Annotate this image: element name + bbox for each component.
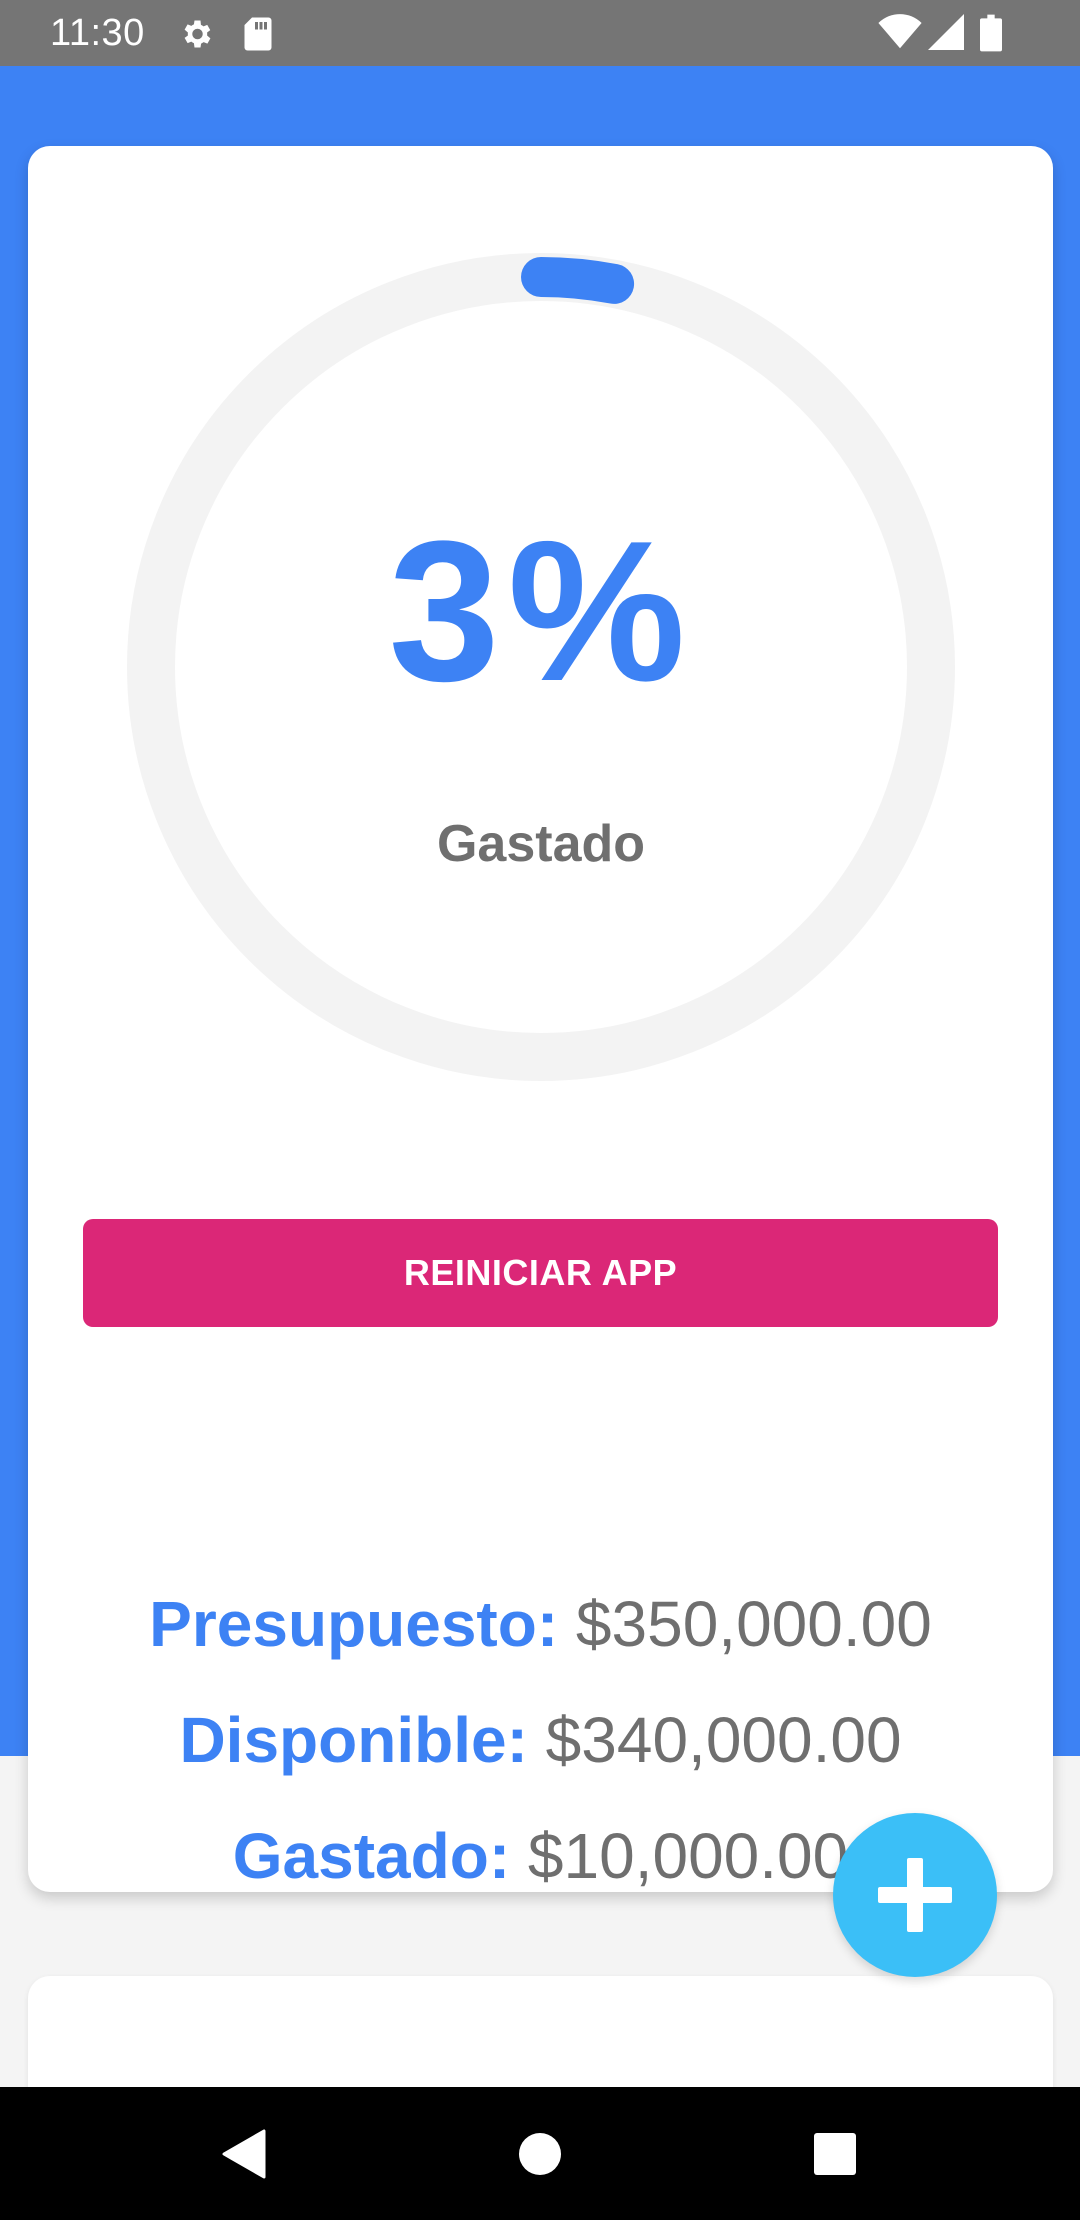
- add-expense-button[interactable]: [833, 1813, 997, 1977]
- summary-row-available: Disponible: $340,000.00: [28, 1702, 1053, 1778]
- wifi-icon: [878, 14, 922, 50]
- spent-value: $10,000.00: [527, 1820, 849, 1892]
- status-bar: 11:30: [0, 0, 1080, 66]
- progress-arc: [521, 257, 635, 304]
- budget-label: Presupuesto:: [149, 1588, 559, 1660]
- summary-row-budget: Presupuesto: $350,000.00: [28, 1586, 1053, 1662]
- reset-app-button[interactable]: REINICIAR APP: [83, 1219, 998, 1327]
- budget-value: $350,000.00: [575, 1588, 932, 1660]
- status-time: 11:30: [50, 12, 145, 54]
- available-label: Disponible:: [179, 1704, 528, 1776]
- percent-spent: 3%: [388, 500, 694, 723]
- recents-icon[interactable]: [800, 2119, 870, 2189]
- plus-icon: [878, 1858, 952, 1932]
- sd-card-icon: [243, 16, 273, 52]
- available-value: $340,000.00: [545, 1704, 902, 1776]
- cell-signal-icon: [928, 14, 964, 50]
- progress-circle: 3% Gastado: [126, 252, 956, 1082]
- back-icon[interactable]: [210, 2119, 280, 2189]
- gear-icon: [178, 16, 214, 52]
- spent-caption: Gastado: [436, 815, 646, 873]
- spent-label: Gastado:: [232, 1820, 511, 1892]
- home-icon[interactable]: [505, 2119, 575, 2189]
- navigation-bar: [0, 2087, 1080, 2220]
- budget-card: 3% Gastado REINICIAR APP Presupuesto: $3…: [28, 146, 1053, 1892]
- battery-icon: [980, 14, 1002, 52]
